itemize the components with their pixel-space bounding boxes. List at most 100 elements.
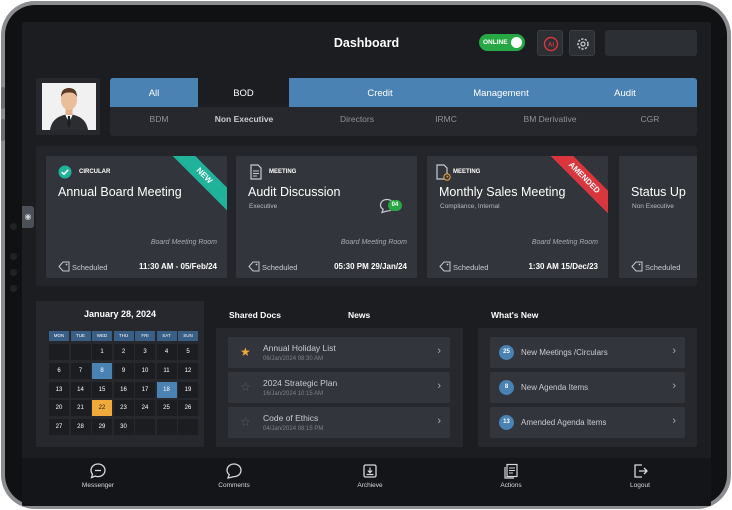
calendar-day[interactable]: 2 [113,344,134,360]
tab-news[interactable]: News [348,310,370,320]
meeting-card[interactable]: MEETING Monthly Sales Meeting Compliance… [427,156,608,278]
whats-new-title: What's New [491,310,539,320]
star-outline-icon[interactable]: ☆ [240,381,251,393]
subtab-bdm[interactable]: BDM [128,114,190,124]
calendar-day[interactable]: 21 [70,400,91,417]
count-badge: 25 [499,345,514,360]
calendar-day[interactable]: 7 [70,362,91,379]
card-type: CIRCULAR [79,169,111,175]
nav-archive[interactable]: Archieve [330,462,410,489]
calendar-day[interactable]: 26 [178,400,198,417]
meeting-cards-row: CIRCULAR Annual Board Meeting NEW Board … [36,146,697,286]
calendar-day[interactable]: 9 [113,362,134,379]
calendar-day[interactable]: 30 [113,419,134,436]
side-panel-handle[interactable]: ◉ [22,206,34,228]
nav-actions[interactable]: Actions [471,462,551,489]
online-toggle[interactable]: ONLINE [479,34,525,51]
comment-indicator[interactable]: 04 [379,198,402,216]
card-datetime: 05:30 PM 29/Jan/24 [334,262,407,271]
calendar-day[interactable]: 27 [49,419,69,436]
subtab-irmc[interactable]: IRMC [424,114,468,124]
meeting-card[interactable]: CIRCULAR Annual Board Meeting NEW Board … [46,156,227,278]
card-subtitle: Executive [249,203,278,210]
whats-new-label: New Agenda Items [521,383,589,392]
tag-icon [58,261,70,272]
calendar-day[interactable]: 10 [135,362,155,379]
whats-new-label: Amended Agenda Items [521,418,607,427]
tab-all[interactable]: All [110,78,198,107]
tab-management[interactable]: Management [456,78,546,107]
calendar-day[interactable]: 18 [156,381,177,398]
calendar-day [178,419,198,436]
star-outline-icon[interactable]: ☆ [240,416,251,428]
calendar-day[interactable]: 4 [156,344,177,360]
calendar-day[interactable]: 17 [135,381,155,398]
filter-bar: All BOD Credit Management Audit BDM Non … [110,78,697,136]
weekday-header: SAT [156,331,177,341]
meeting-card[interactable]: MEETING Audit Discussion Executive 04 Bo… [236,156,417,278]
doc-item[interactable]: ☆ 2024 Strategic Plan 16/Jan/2024 10:15 … [228,372,450,403]
svg-text:AI: AI [548,43,554,49]
calendar-day [156,419,177,436]
calendar-day[interactable]: 1 [92,344,112,360]
tag-icon [248,261,260,272]
subtab-bm-derivative[interactable]: BM Derivative [510,114,590,124]
doc-item[interactable]: ★ Annual Holiday List 06/Jan/2024 08:30 … [228,337,450,368]
tab-credit[interactable]: Credit [335,78,425,107]
calendar-day[interactable]: 25 [156,400,177,417]
chat-bubble-icon [90,463,106,479]
tab-audit[interactable]: Audit [580,78,670,107]
whats-new-item[interactable]: 8 New Agenda Items › [490,372,685,403]
calendar-day[interactable]: 24 [135,400,155,417]
doc-item[interactable]: ☆ Code of Ethics 04/Jan/2024 08:15 PM › [228,407,450,438]
star-filled-icon[interactable]: ★ [240,346,251,358]
search-input[interactable] [605,30,697,56]
calendar-day[interactable]: 29 [92,419,112,436]
calendar-day[interactable]: 12 [178,362,198,379]
chevron-right-icon: › [437,415,441,427]
ai-button[interactable]: AI [537,30,563,56]
sensor-dot [10,253,17,260]
subtab-directors[interactable]: Directors [330,114,384,124]
calendar-day[interactable]: 5 [178,344,198,360]
tab-shared-docs[interactable]: Shared Docs [229,310,281,320]
doc-date: 06/Jan/2024 08:30 AM [263,356,324,362]
subtab-non-executive[interactable]: Non Executive [204,114,284,124]
logout-icon [634,464,648,478]
calendar-day[interactable]: 20 [49,400,69,417]
card-status: Scheduled [645,263,681,272]
card-title: Audit Discussion [248,185,341,199]
calendar-day[interactable]: 28 [70,419,91,436]
meeting-card[interactable]: Status Up Non Executive Scheduled [619,156,697,278]
calendar-day[interactable]: 14 [70,381,91,398]
ai-icon: AI [543,36,559,52]
calendar-day[interactable]: 11 [156,362,177,379]
weekday-header: THU [113,331,134,341]
nav-logout[interactable]: Logout [600,462,680,489]
calendar-day[interactable]: 13 [49,381,69,398]
doc-date: 16/Jan/2024 10:15 AM [263,391,324,397]
calendar-day[interactable]: 15 [92,381,112,398]
calendar-day[interactable]: 16 [113,381,134,398]
subtab-cgr[interactable]: CGR [632,114,668,124]
settings-button[interactable] [569,30,595,56]
profile-card[interactable] [36,78,100,135]
whats-new-header: What's New [478,301,697,328]
whats-new-item[interactable]: 13 Amended Agenda Items › [490,407,685,438]
calendar-day[interactable]: 23 [113,400,134,417]
card-title: Monthly Sales Meeting [439,185,566,199]
whats-new-item[interactable]: 25 New Meetings /Circulars › [490,337,685,368]
calendar-day[interactable]: 19 [178,381,198,398]
calendar-day[interactable]: 3 [135,344,155,360]
online-label: ONLINE [483,39,508,46]
card-status: Scheduled [262,263,298,272]
calendar-day[interactable]: 22 [92,400,112,417]
toggle-knob [511,37,522,48]
calendar-day[interactable]: 8 [92,362,112,379]
nav-messenger[interactable]: Messenger [58,462,138,489]
eye-icon: ◉ [24,212,32,221]
nav-comments[interactable]: Comments [194,462,274,489]
tab-bod[interactable]: BOD [198,78,289,107]
card-room: Board Meeting Room [531,239,598,246]
calendar-day[interactable]: 6 [49,362,69,379]
